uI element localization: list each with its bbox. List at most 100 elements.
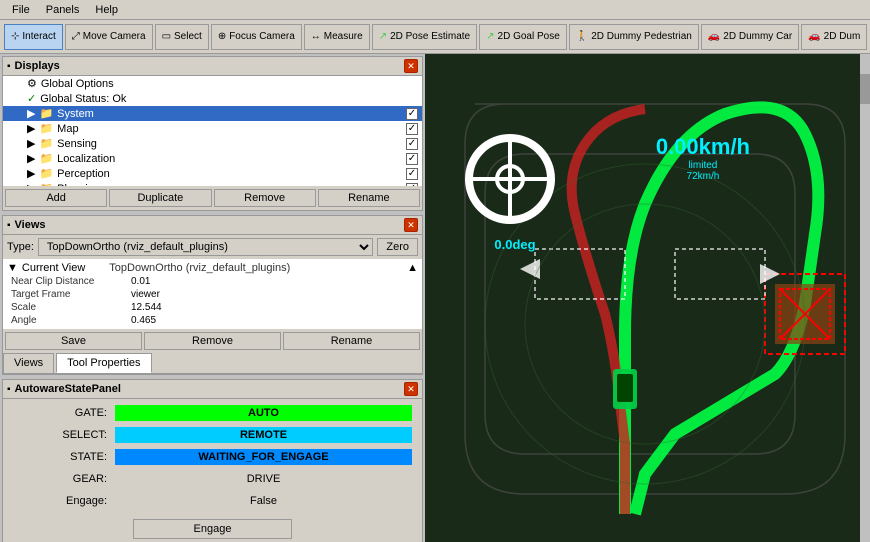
folder-open-icon: 📁	[39, 152, 53, 165]
car-icon: 🚗	[708, 31, 720, 42]
list-item[interactable]: ▶ 📁 System	[3, 106, 422, 121]
2d-dummy-button[interactable]: 🚗 2D Dum	[801, 24, 867, 50]
toolbar: ⊹ Interact ⤢ Move Camera ▭ Select ⊕ Focu…	[0, 20, 870, 54]
type-row: Type: TopDownOrtho (rviz_default_plugins…	[3, 235, 422, 259]
pedestrian-icon: 🚶	[576, 31, 588, 42]
move-camera-button[interactable]: ⤢ Move Camera	[65, 24, 153, 50]
folder-icon: ▶	[27, 137, 35, 150]
gear-label: GEAR:	[11, 469, 111, 489]
zero-button[interactable]: Zero	[377, 238, 418, 256]
views-title: Views	[15, 219, 46, 231]
displays-icon: ▪	[7, 61, 11, 72]
displays-title: Displays	[15, 60, 60, 72]
cv-key: Scale	[7, 301, 127, 314]
cv-val: 12.544	[127, 301, 418, 314]
menu-help[interactable]: Help	[87, 2, 126, 18]
gear-value: DRIVE	[113, 469, 414, 489]
scroll-arrow: ▲	[407, 262, 418, 274]
duplicate-button[interactable]: Duplicate	[109, 189, 211, 207]
folder-open-icon: 📁	[39, 122, 53, 135]
cursor-icon: ⊹	[11, 31, 19, 42]
display-checkbox[interactable]	[406, 153, 418, 165]
views-section: ▪ Views ✕ Type: TopDownOrtho (rviz_defau…	[2, 215, 423, 375]
2d-dummy-pedestrian-button[interactable]: 🚶 2D Dummy Pedestrian	[569, 24, 699, 50]
state-grid: GATE: AUTO SELECT: REMOTE STATE: WAITING…	[3, 399, 422, 515]
state-label: STATE:	[11, 447, 111, 467]
views-header: ▪ Views ✕	[3, 216, 422, 235]
tab-views[interactable]: Views	[3, 353, 54, 373]
cv-key: Near Clip Distance	[7, 275, 127, 288]
item-label: Map	[57, 123, 78, 135]
cv-val: 0.01	[127, 275, 418, 288]
list-item[interactable]: ⚙ Global Options	[3, 76, 422, 91]
views-close-button[interactable]: ✕	[404, 218, 418, 232]
display-checkbox[interactable]	[406, 108, 418, 120]
arrow-goal-icon: ↗	[486, 31, 494, 42]
engage-button[interactable]: Engage	[133, 519, 293, 539]
gear-icon: ⚙	[27, 77, 37, 90]
scroll-indicator[interactable]	[860, 54, 870, 542]
gate-status: AUTO	[115, 405, 412, 421]
displays-list: ⚙ Global Options ✓ Global Status: Ok ▶ 📁…	[3, 76, 422, 186]
arrow-icon: ↗	[379, 31, 387, 42]
add-button[interactable]: Add	[5, 189, 107, 207]
check-icon: ✓	[27, 92, 36, 105]
folder-icon: ▶	[27, 167, 35, 180]
views-tabs: Views Tool Properties	[3, 353, 422, 374]
displays-buttons: Add Duplicate Remove Rename	[3, 186, 422, 210]
speed-value: 0.00km/h	[656, 134, 750, 160]
tab-tool-properties[interactable]: Tool Properties	[56, 353, 151, 373]
list-item[interactable]: ✓ Global Status: Ok	[3, 91, 422, 106]
2d-dummy-car-button[interactable]: 🚗 2D Dummy Car	[701, 24, 799, 50]
select-button[interactable]: ▭ Select	[155, 24, 209, 50]
interact-button[interactable]: ⊹ Interact	[4, 24, 63, 50]
menu-file[interactable]: File	[4, 2, 38, 18]
folder-open-icon: 📁	[39, 167, 53, 180]
list-item[interactable]: ▶ 📁 Map	[3, 121, 422, 136]
display-checkbox[interactable]	[406, 168, 418, 180]
dummy-icon: 🚗	[808, 31, 820, 42]
current-view: ▼ Current View TopDownOrtho (rviz_defaul…	[3, 259, 422, 329]
folder-open-icon: 📁	[39, 182, 53, 186]
cv-key: Angle	[7, 314, 127, 327]
display-checkbox[interactable]	[406, 123, 418, 135]
scroll-thumb[interactable]	[860, 74, 870, 104]
select-status: REMOTE	[115, 427, 412, 443]
left-panel: ▪ Displays ✕ ⚙ Global Options ✓ Global S…	[0, 54, 425, 542]
camera-icon: ⤢	[72, 31, 80, 42]
rename-button[interactable]: Rename	[318, 189, 420, 207]
remove-button[interactable]: Remove	[214, 189, 316, 207]
folder-open-icon: 📁	[39, 107, 53, 120]
engage-value: False	[113, 491, 414, 511]
2d-goal-button[interactable]: ↗ 2D Goal Pose	[479, 24, 567, 50]
autoware-state-panel: ▪ AutowareStatePanel ✕ GATE: AUTO SELECT…	[2, 379, 423, 542]
rename-view-button[interactable]: Rename	[283, 332, 420, 350]
menu-panels[interactable]: Panels	[38, 2, 88, 18]
engage-status: False	[115, 493, 412, 509]
save-view-button[interactable]: Save	[5, 332, 142, 350]
cv-grid: Near Clip Distance 0.01 Target Frame vie…	[7, 275, 418, 327]
ruler-icon: ↔	[311, 31, 321, 42]
gate-value: AUTO	[113, 403, 414, 423]
steering-wheel-outer	[465, 134, 555, 224]
displays-close-button[interactable]: ✕	[404, 59, 418, 73]
steering-angle-value: 0.0deg	[494, 237, 535, 252]
item-label: Planning	[57, 183, 100, 187]
measure-button[interactable]: ↔ Measure	[304, 24, 370, 50]
display-checkbox[interactable]	[406, 138, 418, 150]
type-select[interactable]: TopDownOrtho (rviz_default_plugins)	[38, 238, 373, 256]
cv-plugin: TopDownOrtho (rviz_default_plugins)	[109, 262, 290, 274]
2d-pose-button[interactable]: ↗ 2D Pose Estimate	[372, 24, 477, 50]
focus-camera-button[interactable]: ⊕ Focus Camera	[211, 24, 302, 50]
item-label: Localization	[57, 153, 115, 165]
views-icon: ▪	[7, 220, 11, 231]
list-item[interactable]: ▶ 📁 Perception	[3, 166, 422, 181]
list-item[interactable]: ▶ 📁 Localization	[3, 151, 422, 166]
list-item[interactable]: ▶ 📁 Sensing	[3, 136, 422, 151]
menu-bar: File Panels Help	[0, 0, 870, 20]
state-panel-header: ▪ AutowareStatePanel ✕	[3, 380, 422, 399]
gear-status: DRIVE	[115, 471, 412, 487]
display-checkbox[interactable]	[406, 183, 418, 186]
remove-view-button[interactable]: Remove	[144, 332, 281, 350]
state-close-button[interactable]: ✕	[404, 382, 418, 396]
